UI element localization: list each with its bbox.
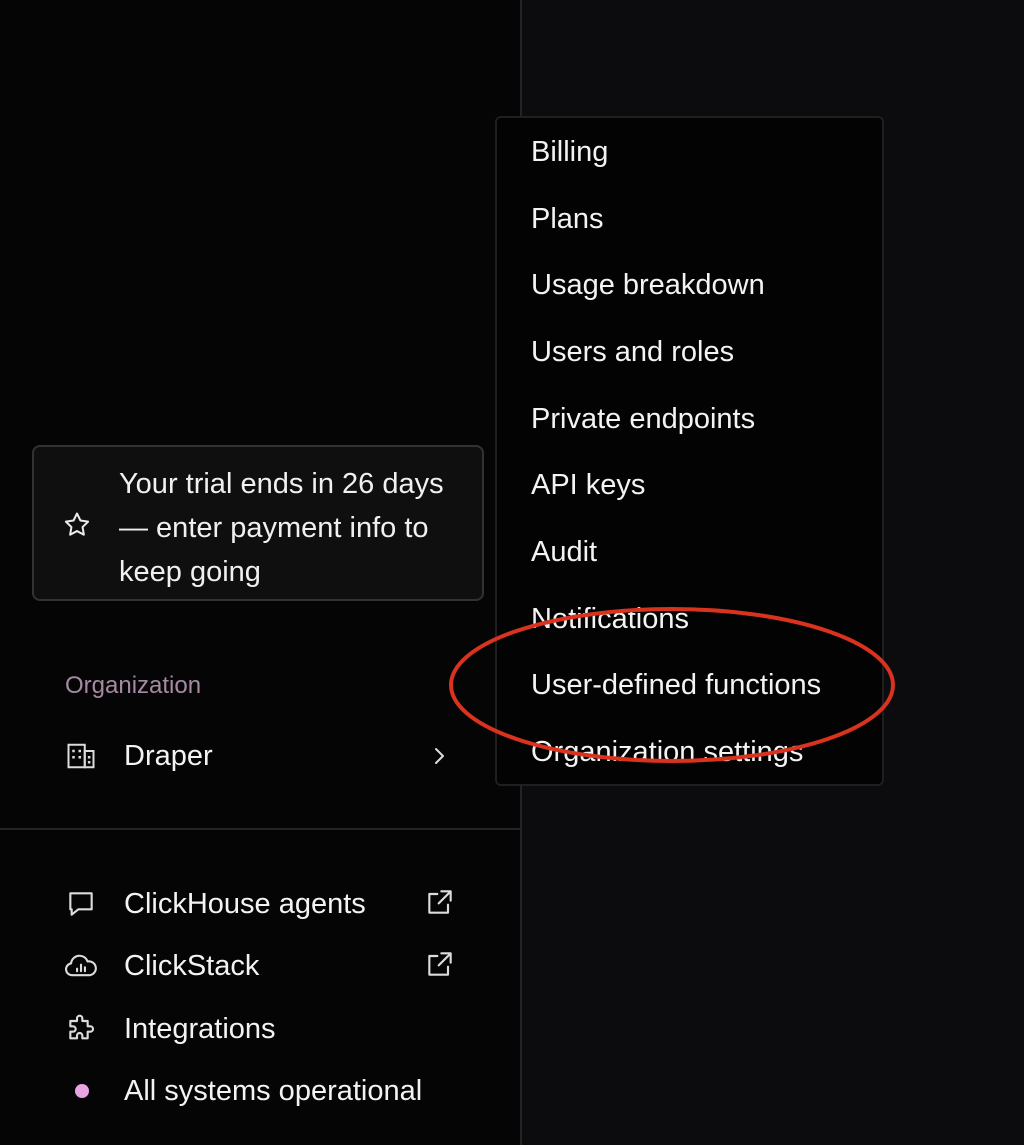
chat-bubble-icon <box>69 892 93 916</box>
menu-item-label: Usage breakdown <box>531 269 765 301</box>
nav-item-system-status[interactable]: All systems operational <box>30 1063 470 1119</box>
external-link-icon <box>428 952 452 976</box>
trial-banner-text: Your trial ends in 26 days — enter payme… <box>119 468 444 588</box>
nav-item-label: All systems operational <box>124 1075 423 1107</box>
menu-item-label: Organization settings <box>531 736 804 768</box>
external-link-icon <box>428 890 452 914</box>
chevron-right-icon <box>435 748 444 764</box>
menu-item-label: Users and roles <box>531 336 735 368</box>
menu-item-usage-breakdown[interactable]: Usage breakdown <box>497 253 882 319</box>
menu-item-label: Notifications <box>531 603 689 635</box>
puzzle-icon <box>69 1014 94 1040</box>
organization-section-label: Organization <box>65 672 202 699</box>
menu-item-billing[interactable]: Billing <box>497 120 882 186</box>
trial-banner[interactable]: Your trial ends in 26 days — enter payme… <box>32 445 484 601</box>
nav-item-integrations[interactable]: Integrations <box>30 1001 470 1057</box>
status-dot-icon <box>75 1084 89 1098</box>
organization-selector[interactable]: Draper <box>30 726 470 786</box>
sidebar-divider <box>0 828 520 830</box>
nav-item-label: ClickStack <box>124 950 260 982</box>
menu-item-organization-settings[interactable]: Organization settings <box>497 720 882 784</box>
star-icon <box>64 512 90 536</box>
menu-item-notifications[interactable]: Notifications <box>497 587 882 653</box>
nav-item-clickhouse-agents[interactable]: ClickHouse agents <box>30 876 470 932</box>
nav-item-label: Integrations <box>124 1013 276 1045</box>
sidebar: Your trial ends in 26 days — enter payme… <box>0 0 522 1145</box>
cloud-chart-icon <box>65 954 97 977</box>
menu-item-private-endpoints[interactable]: Private endpoints <box>497 387 882 453</box>
menu-item-user-defined-functions[interactable]: User-defined functions <box>497 653 882 719</box>
organization-name: Draper <box>124 740 213 772</box>
organization-menu: Billing Plans Usage breakdown Users and … <box>495 116 884 786</box>
menu-item-label: User-defined functions <box>531 669 822 701</box>
menu-item-label: API keys <box>531 469 646 501</box>
building-icon <box>67 743 95 769</box>
menu-item-api-keys[interactable]: API keys <box>497 453 882 519</box>
menu-item-users-and-roles[interactable]: Users and roles <box>497 320 882 386</box>
nav-item-label: ClickHouse agents <box>124 888 366 920</box>
menu-item-label: Audit <box>531 536 598 568</box>
nav-item-clickstack[interactable]: ClickStack <box>30 938 470 994</box>
menu-item-plans[interactable]: Plans <box>497 187 882 253</box>
menu-item-label: Private endpoints <box>531 403 756 435</box>
menu-item-label: Plans <box>531 203 604 235</box>
menu-item-audit[interactable]: Audit <box>497 520 882 586</box>
menu-item-label: Billing <box>531 136 609 168</box>
